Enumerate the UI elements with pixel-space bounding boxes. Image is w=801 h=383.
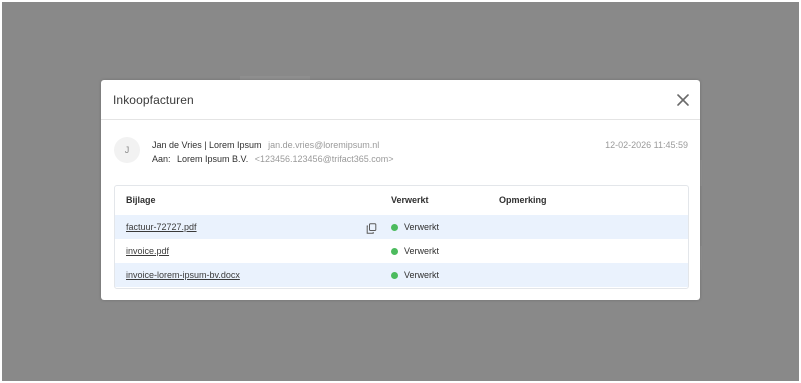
attachment-link[interactable]: invoice.pdf: [126, 246, 169, 256]
status-dot: [391, 248, 398, 255]
attachment-link[interactable]: factuur-72727.pdf: [126, 222, 197, 232]
copy-icon[interactable]: [366, 221, 377, 234]
avatar: J: [114, 137, 140, 163]
status-text: Verwerkt: [404, 246, 440, 256]
table-row: invoice.pdf Verwerkt: [115, 239, 688, 263]
status-text: Verwerkt: [404, 222, 440, 232]
status-dot: [391, 272, 398, 279]
recipient-line: Aan: Lorem Ipsum B.V. <123456.123456@tri…: [152, 154, 394, 164]
recipient-name: Lorem Ipsum B.V.: [177, 154, 249, 164]
column-header-remark: Opmerking: [499, 195, 547, 205]
status-text: Verwerkt: [404, 270, 440, 280]
sender-name: Jan de Vries | Lorem Ipsum: [152, 140, 262, 150]
modal-header: Inkoopfacturen: [101, 80, 700, 120]
column-header-attachment: Bijlage: [126, 195, 156, 205]
sender-email: jan.de.vries@loremipsum.nl: [268, 140, 380, 150]
recipient-label: Aan:: [152, 154, 171, 164]
table-row: invoice-lorem-ipsum-bv.docx Verwerkt: [115, 263, 688, 287]
invoice-modal: Inkoopfacturen J Jan de Vries | Lorem Ip…: [101, 80, 700, 300]
attachments-table: Bijlage Verwerkt Opmerking factuur-72727…: [114, 185, 689, 289]
copy-icon: [366, 223, 377, 234]
sender-line: Jan de Vries | Lorem Ipsum jan.de.vries@…: [152, 140, 379, 150]
close-button[interactable]: [673, 90, 693, 110]
recipient-email: <123456.123456@trifact365.com>: [254, 154, 394, 164]
message-date: 12-02-2026 11:45:59: [605, 140, 688, 150]
table-row: factuur-72727.pdf Verwerkt: [115, 215, 688, 239]
status-dot: [391, 224, 398, 231]
attachment-link[interactable]: invoice-lorem-ipsum-bv.docx: [126, 270, 240, 280]
column-header-processed: Verwerkt: [391, 195, 429, 205]
modal-title: Inkoopfacturen: [113, 93, 194, 107]
close-icon: [677, 94, 689, 106]
